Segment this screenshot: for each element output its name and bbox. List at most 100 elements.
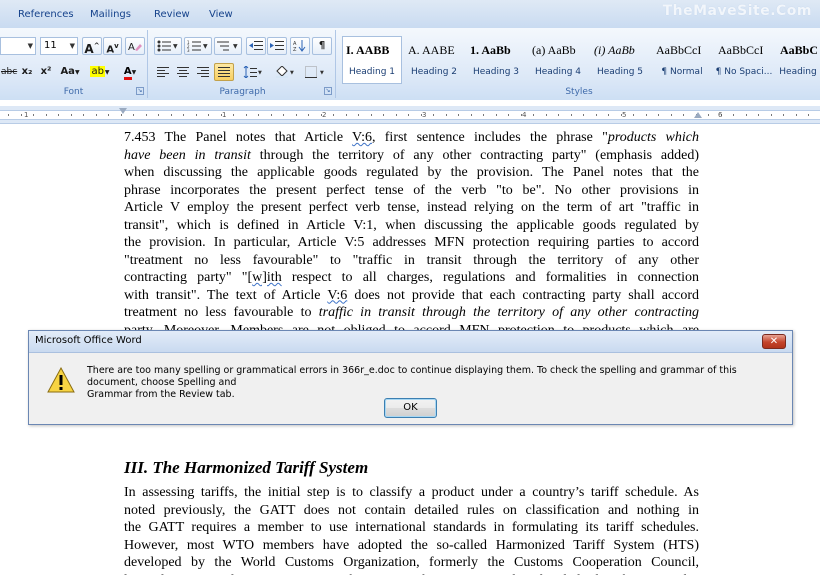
- paragraph-group-label: Paragraph: [219, 87, 266, 97]
- superscript-button[interactable]: x²: [37, 63, 55, 81]
- right-indent-marker[interactable]: [694, 112, 702, 118]
- document-line: located in Brussels. In contrast to the …: [124, 572, 699, 575]
- grow-font-button[interactable]: A^: [82, 37, 102, 56]
- borders-icon: ▼: [305, 66, 324, 78]
- ruler-tick: [558, 114, 559, 116]
- ruler-tick: [8, 114, 9, 116]
- font-size-field[interactable]: 11 ▼: [40, 37, 78, 55]
- show-hide-button[interactable]: ¶: [312, 37, 332, 55]
- style-heading-4[interactable]: (a) AaBb Heading 4: [528, 36, 588, 84]
- line-spacing-button[interactable]: ▼: [240, 63, 266, 81]
- tab-mailings[interactable]: Mailings: [90, 9, 131, 20]
- ruler-tick: [633, 114, 634, 116]
- font-color-button[interactable]: A▼: [116, 63, 144, 81]
- ruler-tick: [133, 114, 134, 116]
- font-name-field[interactable]: ▼: [0, 37, 36, 55]
- ruler-tick: [208, 114, 209, 116]
- style-name: Heading 3: [472, 67, 520, 77]
- sort-button[interactable]: AZ: [290, 37, 310, 55]
- ruler-number: 5: [622, 111, 627, 119]
- highlight-button[interactable]: ab▼: [86, 63, 114, 81]
- dialog-title-bar[interactable]: Microsoft Office Word ✕: [29, 331, 792, 353]
- ruler-tick: [283, 114, 284, 116]
- squiggle-word: w]ith: [252, 270, 282, 285]
- ruler-tick: [808, 114, 809, 116]
- decrease-indent-icon: [249, 41, 263, 50]
- text-run: traffic in transit through the territory…: [318, 305, 699, 320]
- document-line: However, most WTO members have adopted t…: [124, 537, 699, 554]
- increase-indent-button[interactable]: [267, 37, 287, 55]
- horizontal-ruler[interactable]: 1 1 2 3 4 5 6: [0, 106, 820, 124]
- first-line-indent-marker[interactable]: [119, 108, 127, 114]
- svg-text:▼: ▼: [320, 70, 324, 76]
- shrink-font-button[interactable]: Av: [103, 37, 122, 55]
- style-normal[interactable]: AaBbCcI ¶ Normal: [652, 36, 712, 84]
- borders-button[interactable]: ▼: [302, 63, 328, 81]
- justify-button[interactable]: [214, 63, 234, 81]
- style-sample: (a) AaBb: [532, 43, 576, 57]
- align-left-button[interactable]: [154, 63, 172, 81]
- font-color-icon: A: [123, 66, 132, 80]
- document-line: 7.453 The Panel notes that Article V:6, …: [124, 129, 699, 146]
- style-heading[interactable]: AaBbCc Heading: [776, 36, 820, 84]
- style-sample: (i) AaBb: [594, 43, 635, 57]
- ok-button[interactable]: OK: [384, 398, 437, 418]
- paragraph-group: ▼ 1 2 3 ▼ ▼ AZ ¶ ▼ ▼ ▼ Paragraph ↘: [150, 30, 336, 98]
- bullets-button[interactable]: ▼: [154, 37, 182, 55]
- clear-formatting-button[interactable]: A: [125, 37, 145, 55]
- style-name: Heading 4: [534, 67, 582, 77]
- ruler-tick: [258, 114, 259, 116]
- ruler-tick: [595, 114, 597, 116]
- ruler-tick: [358, 114, 359, 116]
- grow-font-icon: A: [84, 42, 94, 56]
- sort-icon: AZ: [293, 40, 306, 53]
- font-size-value: 11: [44, 40, 57, 51]
- style-name: ¶ Normal: [661, 67, 703, 77]
- change-case-button[interactable]: Aa▼: [58, 63, 82, 81]
- font-dialog-launcher-icon[interactable]: ↘: [136, 87, 144, 95]
- highlight-icon: ab: [90, 66, 105, 77]
- change-case-icon: Aa: [60, 66, 75, 77]
- chevron-down-icon: ▼: [131, 69, 137, 76]
- subscript-button[interactable]: x₂: [18, 63, 36, 81]
- tab-view[interactable]: View: [209, 9, 233, 20]
- chevron-down-icon: ▼: [69, 42, 75, 50]
- style-sample: AaBbCcI: [718, 43, 764, 57]
- style-heading-5[interactable]: (i) AaBb Heading 5: [590, 36, 650, 84]
- style-heading-1[interactable]: I. AABB Heading 1: [342, 36, 402, 84]
- style-no-spacing[interactable]: AaBbCcI ¶ No Spaci...: [714, 36, 774, 84]
- document-line: have been in transit through the territo…: [124, 147, 699, 164]
- document-line: developed by the World Customs Organizat…: [124, 554, 699, 571]
- ruler-tick: [145, 114, 147, 116]
- numbering-icon: 123▼: [187, 40, 208, 53]
- strikethrough-button[interactable]: abc: [0, 63, 18, 81]
- svg-text:Z: Z: [293, 47, 297, 52]
- align-right-button[interactable]: [194, 63, 212, 81]
- style-heading-3[interactable]: 1. AaBb Heading 3: [466, 36, 526, 84]
- multilevel-list-button[interactable]: ▼: [214, 37, 242, 55]
- style-name: Heading 2: [410, 67, 458, 77]
- ruler-tick: [233, 114, 234, 116]
- chevron-down-icon: ▼: [104, 69, 110, 76]
- increase-indent-icon: [270, 41, 284, 50]
- ruler-tick: [295, 114, 297, 116]
- ruler-tick: [395, 114, 397, 116]
- shading-button[interactable]: ▼: [272, 63, 298, 81]
- decrease-indent-button[interactable]: [246, 37, 266, 55]
- section-heading: III. The Harmonized Tariff System: [124, 458, 369, 477]
- style-sample: 1. AaBb: [470, 43, 511, 57]
- tab-references[interactable]: References: [18, 9, 74, 20]
- style-heading-2[interactable]: A. AABE Heading 2: [404, 36, 464, 84]
- tab-review[interactable]: Review: [154, 9, 190, 20]
- text-run: , first sentence includes the phrase ": [372, 130, 608, 145]
- svg-text:▼: ▼: [233, 43, 238, 50]
- numbering-button[interactable]: 1 2 3 ▼: [184, 37, 212, 55]
- close-button[interactable]: ✕: [762, 334, 786, 349]
- text-run: 7.453 The Panel notes that Article: [124, 130, 353, 145]
- ruler-tick: [495, 114, 497, 116]
- ruler-number: 4: [522, 111, 527, 119]
- align-center-button[interactable]: [174, 63, 192, 81]
- clear-formatting-icon: A: [128, 42, 142, 53]
- svg-text:▼: ▼: [290, 70, 294, 76]
- paragraph-dialog-launcher-icon[interactable]: ↘: [324, 87, 332, 95]
